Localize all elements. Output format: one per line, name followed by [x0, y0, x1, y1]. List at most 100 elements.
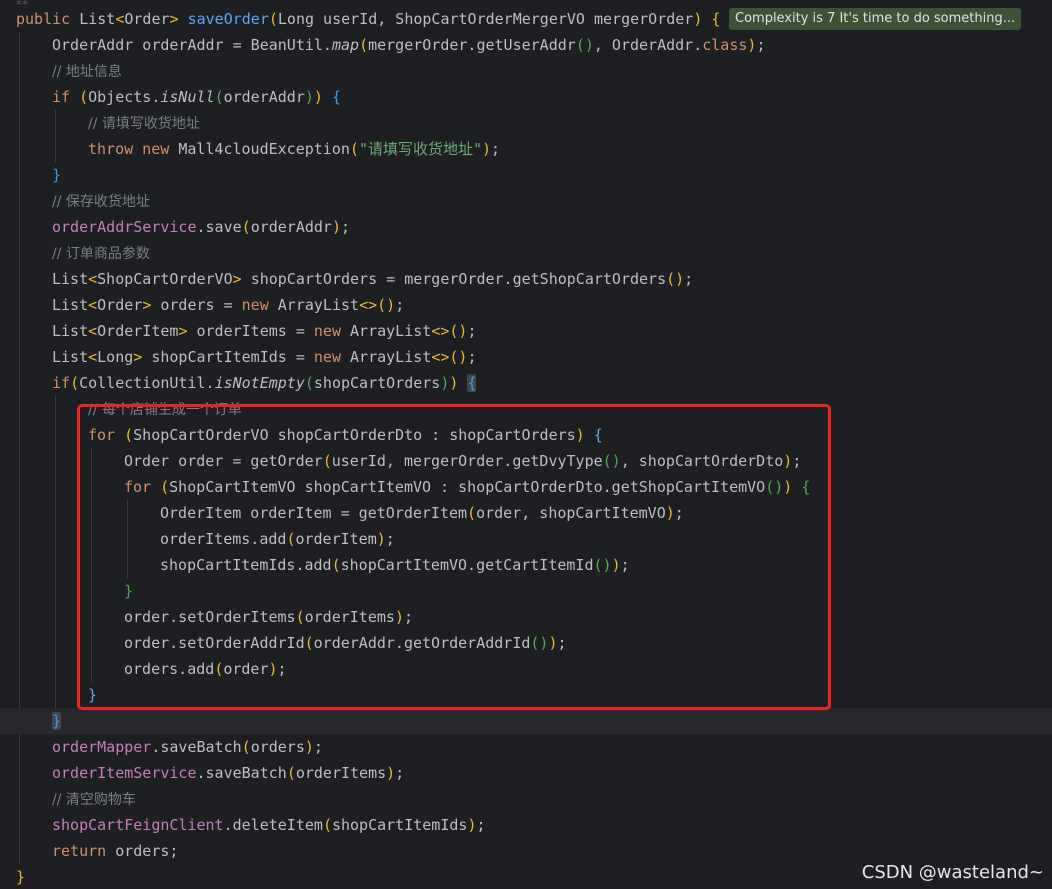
- complexity-hint-badge[interactable]: Complexity is 7 It's time to do somethin…: [729, 8, 1022, 30]
- code-token: ;: [620, 556, 630, 574]
- code-line[interactable]: // 保存收货地址: [0, 188, 1052, 214]
- code-token: Order: [97, 296, 143, 314]
- code-token: List: [52, 270, 89, 288]
- code-line[interactable]: return orders;: [0, 838, 1052, 864]
- code-token: mergerOrder.getUserAddr: [368, 36, 576, 54]
- code-token: order, shopCartItemVO: [476, 504, 666, 522]
- code-token: orders =: [160, 296, 242, 314]
- code-line[interactable]: orderItems.add(orderItem);: [0, 526, 1052, 552]
- code-token: saveOrder: [187, 10, 269, 28]
- code-line[interactable]: order.setOrderItems(orderItems);: [0, 604, 1052, 630]
- code-token: orderAddr: [223, 88, 305, 106]
- code-token: {: [331, 88, 341, 106]
- code-token: ;: [395, 764, 405, 782]
- code-token: ;: [385, 530, 395, 548]
- code-line[interactable]: // 清空购物车: [0, 786, 1052, 812]
- code-line-text: if(CollectionUtil.isNotEmpty(shopCartOrd…: [52, 370, 477, 396]
- code-line[interactable]: throw new Mall4cloudException("请填写收货地址")…: [0, 136, 1052, 162]
- code-token: ): [394, 608, 404, 626]
- code-token: .saveBatch: [151, 738, 242, 756]
- code-line[interactable]: for (ShopCartItemVO shopCartItemVO : sho…: [0, 474, 1052, 500]
- code-line[interactable]: // 请填写收货地址: [0, 110, 1052, 136]
- code-line[interactable]: }: [0, 162, 1052, 188]
- code-line[interactable]: if (Objects.isNull(orderAddr)) {: [0, 84, 1052, 110]
- code-line[interactable]: // 每个店铺生成一个订单: [0, 396, 1052, 422]
- code-token: shopCartItemVO.getCartItemId: [340, 556, 594, 574]
- code-token: <: [88, 270, 98, 288]
- code-line[interactable]: orderItemService.saveBatch(orderItems);: [0, 760, 1052, 786]
- code-token: orders.add: [124, 660, 215, 678]
- code-token: ArrayList: [350, 322, 432, 340]
- code-line[interactable]: List<Long> shopCartItemIds = new ArrayLi…: [0, 344, 1052, 370]
- code-line[interactable]: List<Order> orders = new ArrayList<>();: [0, 292, 1052, 318]
- code-token: ) {: [693, 10, 721, 28]
- code-line-text: // 保存收货地址: [52, 188, 150, 215]
- code-line-text: orderItemService.saveBatch(orderItems);: [52, 760, 404, 786]
- code-token: Long userId, ShopCartOrderMergerVO merge…: [277, 10, 694, 28]
- code-token: .saveBatch: [196, 764, 287, 782]
- code-line-text: // 每个店铺生成一个订单: [88, 396, 242, 423]
- code-line-text: List<Order> orders = new ArrayList<>();: [52, 292, 404, 318]
- code-line[interactable]: shopCartItemIds.add(shopCartItemVO.getCa…: [0, 552, 1052, 578]
- code-line-text: // 请填写收货地址: [88, 110, 200, 137]
- code-token: {: [593, 426, 603, 444]
- code-line[interactable]: shopCartFeignClient.deleteItem(shopCartI…: [0, 812, 1052, 838]
- code-token: >: [232, 270, 251, 288]
- code-token: (: [322, 816, 332, 834]
- code-token: ;: [341, 218, 351, 236]
- code-token: (: [286, 764, 296, 782]
- code-line-text: }: [88, 682, 97, 708]
- code-token: orderAddr: [250, 218, 332, 236]
- code-token: (: [79, 88, 89, 106]
- code-line[interactable]: order.setOrderAddrId(orderAddr.getOrderA…: [0, 630, 1052, 656]
- code-line[interactable]: List<OrderItem> orderItems = new ArrayLi…: [0, 318, 1052, 344]
- code-line-text: order.setOrderItems(orderItems);: [124, 604, 413, 630]
- code-token: (: [268, 10, 278, 28]
- code-line[interactable]: if(CollectionUtil.isNotEmpty(shopCartOrd…: [0, 370, 1052, 396]
- code-token: orderAddr.getOrderAddrId: [313, 634, 531, 652]
- code-token: ): [304, 738, 314, 756]
- code-line-text: Order order = getOrder(userId, mergerOrd…: [124, 448, 801, 474]
- code-token: order.setOrderItems: [124, 608, 296, 626]
- code-line[interactable]: orderMapper.saveBatch(orders);: [0, 734, 1052, 760]
- code-token: {: [801, 478, 811, 496]
- code-token: OrderItem: [97, 322, 179, 340]
- code-line[interactable]: }: [0, 578, 1052, 604]
- code-token: orderMapper: [52, 738, 152, 756]
- code-token: (: [214, 88, 224, 106]
- code-token: // 订单商品参数: [52, 246, 150, 262]
- code-token: List: [52, 348, 89, 366]
- code-token: ;: [403, 608, 413, 626]
- code-token: }: [52, 712, 62, 730]
- code-line-text: // 地址信息: [52, 58, 122, 85]
- code-line[interactable]: for (ShopCartOrderVO shopCartOrderDto : …: [0, 422, 1052, 448]
- code-token: Order order = getOrder: [124, 452, 323, 470]
- code-token: // 保存收货地址: [52, 194, 150, 210]
- code-token: userId, mergerOrder.getDvyType: [331, 452, 603, 470]
- code-line[interactable]: orders.add(order);: [0, 656, 1052, 682]
- code-token: orderItem: [295, 530, 377, 548]
- code-token: isNotEmpty: [214, 374, 305, 392]
- code-line[interactable]: }: [0, 682, 1052, 708]
- code-token: shopCartFeignClient: [52, 816, 224, 834]
- code-token: (: [322, 452, 332, 470]
- code-line[interactable]: orderAddrService.save(orderAddr);: [0, 214, 1052, 240]
- code-editor[interactable]: ⁂ public List<Order> saveOrder(Long user…: [0, 0, 1052, 889]
- code-token: >: [142, 296, 161, 314]
- code-line[interactable]: OrderAddr orderAddr = BeanUtil.map(merge…: [0, 32, 1052, 58]
- code-token: CollectionUtil.: [79, 374, 215, 392]
- code-token: Long: [97, 348, 134, 366]
- code-line[interactable]: // 地址信息: [0, 58, 1052, 84]
- code-line[interactable]: Order order = getOrder(userId, mergerOrd…: [0, 448, 1052, 474]
- code-token: shopCartOrders: [313, 374, 441, 392]
- code-token: <: [88, 322, 98, 340]
- code-token: ShopCartItemVO shopCartItemVO : shopCart…: [169, 478, 766, 496]
- code-line-text: // 订单商品参数: [52, 240, 150, 267]
- code-token: (): [602, 452, 621, 470]
- code-line[interactable]: OrderItem orderItem = getOrderItem(order…: [0, 500, 1052, 526]
- code-token: >: [178, 322, 197, 340]
- code-token: >: [169, 10, 188, 28]
- code-line[interactable]: // 订单商品参数: [0, 240, 1052, 266]
- code-line[interactable]: List<ShopCartOrderVO> shopCartOrders = m…: [0, 266, 1052, 292]
- code-line[interactable]: }: [0, 708, 1052, 734]
